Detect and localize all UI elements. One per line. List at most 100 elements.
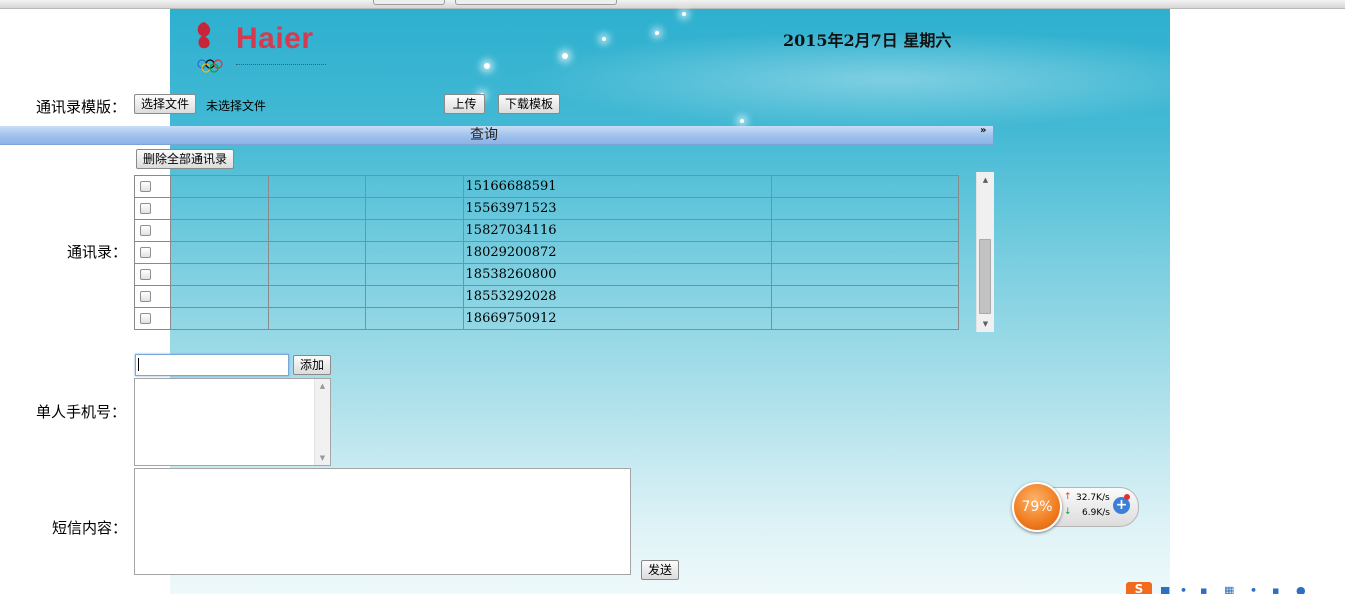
table-cell	[170, 285, 269, 308]
logo: Haier	[190, 18, 330, 78]
memory-usage-ball[interactable]: 79%	[1012, 482, 1062, 532]
table-cell	[365, 241, 464, 264]
table-cell	[771, 263, 959, 286]
phone-cell: 15563971523	[462, 197, 773, 220]
sms-content-textarea[interactable]	[134, 468, 631, 575]
toolbox-icon[interactable]: •	[1250, 584, 1257, 594]
sms-content-label: 短信内容：	[52, 519, 128, 537]
table-cell	[771, 197, 959, 220]
phone-cell: 18669750912	[462, 307, 773, 330]
contacts-table: 15166688591 15563971523 15827034116 1802…	[134, 175, 959, 331]
no-file-chosen-text: 未选择文件	[206, 99, 267, 113]
logo-tagline	[236, 64, 326, 68]
olympic-emblem-icon	[197, 22, 223, 73]
scroll-up-arrow-icon[interactable]: ▲	[977, 172, 994, 188]
table-cell	[170, 175, 269, 198]
row-checkbox[interactable]	[140, 269, 151, 280]
table-row: 18553292028	[134, 285, 959, 308]
row-checkbox[interactable]	[140, 291, 151, 302]
table-cell	[170, 263, 269, 286]
phone-cell: 18538260800	[462, 263, 773, 286]
emoticon-icon[interactable]: ▪	[1200, 584, 1207, 594]
table-cell	[365, 219, 464, 242]
table-cell	[170, 307, 269, 330]
phone-list-textarea[interactable]: ▲ ▼	[134, 378, 331, 466]
browser-top-edge	[0, 0, 1345, 9]
current-date: 2015年2月7日 星期六	[783, 31, 952, 50]
punctuation-icon[interactable]: •	[1180, 584, 1187, 594]
row-checkbox[interactable]	[140, 203, 151, 214]
row-checkbox[interactable]	[140, 181, 151, 192]
sparkle	[655, 31, 659, 35]
phone-cell: 18553292028	[462, 285, 773, 308]
sparkle	[740, 119, 744, 123]
table-cell	[170, 241, 269, 264]
table-row: 15166688591	[134, 175, 959, 198]
single-phone-label: 单人手机号：	[36, 403, 127, 421]
phone-cell: 15827034116	[462, 219, 773, 242]
table-row: 18669750912	[134, 307, 959, 330]
download-template-button[interactable]: 下载模板	[498, 94, 561, 114]
table-row: 18029200872	[134, 241, 959, 264]
upload-button[interactable]: 上传	[444, 94, 485, 114]
query-title: 查询	[470, 127, 498, 143]
delete-all-contacts-button[interactable]: 删除全部通讯录	[136, 149, 235, 169]
skin-icon[interactable]: ▪	[1272, 584, 1279, 594]
table-cell	[771, 307, 959, 330]
upload-speed: 32.7K/s	[1076, 493, 1110, 503]
table-cell	[365, 307, 464, 330]
phone-cell: 15166688591	[462, 175, 773, 198]
textarea-scrollbar[interactable]: ▲ ▼	[314, 379, 330, 465]
sogou-logo-icon[interactable]: S	[1126, 582, 1152, 594]
sparkle	[562, 53, 568, 59]
language-mode-icon[interactable]: ■	[1160, 584, 1170, 594]
keyboard-icon[interactable]: ▦	[1224, 584, 1234, 594]
scrollbar-thumb[interactable]	[979, 239, 991, 314]
settings-icon[interactable]: ●	[1296, 584, 1306, 594]
scroll-down-arrow-icon[interactable]: ▼	[977, 316, 994, 332]
sparkle	[682, 12, 686, 16]
scroll-down-arrow-icon[interactable]: ▼	[315, 454, 330, 462]
table-cell	[267, 175, 367, 198]
table-row: 18538260800	[134, 263, 959, 286]
upload-arrow-icon: ↑	[1064, 492, 1072, 502]
table-cell	[267, 241, 367, 264]
input-method-toolbar[interactable]: S ■ • ▪ ▦ • ▪ ●	[1126, 580, 1316, 594]
browser-toolbar-stub	[455, 0, 617, 5]
table-cell	[771, 241, 959, 264]
notification-dot	[1124, 494, 1130, 500]
table-cell	[170, 197, 269, 220]
sparkle	[602, 37, 606, 41]
row-checkbox[interactable]	[140, 313, 151, 324]
table-cell	[267, 285, 367, 308]
table-cell	[771, 285, 959, 308]
phone-cell: 18029200872	[462, 241, 773, 264]
download-arrow-icon: ↓	[1064, 507, 1072, 517]
contacts-scrollbar[interactable]: ▲ ▼	[976, 172, 994, 332]
table-cell	[365, 285, 464, 308]
row-checkbox[interactable]	[140, 247, 151, 258]
template-label: 通讯录模版：	[36, 98, 127, 116]
haier-logo-text: Haier	[236, 22, 314, 55]
table-cell	[365, 197, 464, 220]
contacts-label: 通讯录：	[67, 243, 128, 261]
single-phone-input[interactable]	[135, 354, 289, 376]
table-row: 15827034116	[134, 219, 959, 242]
network-speed-widget[interactable]: 79% ↑ 32.7K/s ↓ 6.9K/s +	[1012, 482, 1139, 532]
row-checkbox[interactable]	[140, 225, 151, 236]
table-cell	[365, 175, 464, 198]
query-section-bar[interactable]: 查询 »	[0, 125, 993, 145]
scroll-up-arrow-icon[interactable]: ▲	[315, 382, 330, 390]
browser-toolbar-stub	[373, 0, 445, 5]
sparkle	[484, 63, 490, 69]
choose-file-button[interactable]: 选择文件	[134, 94, 197, 114]
table-row: 15563971523	[134, 197, 959, 220]
download-speed: 6.9K/s	[1082, 508, 1110, 518]
table-cell	[267, 263, 367, 286]
send-button[interactable]: 发送	[641, 560, 680, 580]
table-cell	[365, 263, 464, 286]
table-cell	[771, 175, 959, 198]
table-cell	[267, 197, 367, 220]
add-phone-button[interactable]: 添加	[293, 355, 332, 375]
collapse-chevron-icon[interactable]: »	[980, 125, 986, 136]
